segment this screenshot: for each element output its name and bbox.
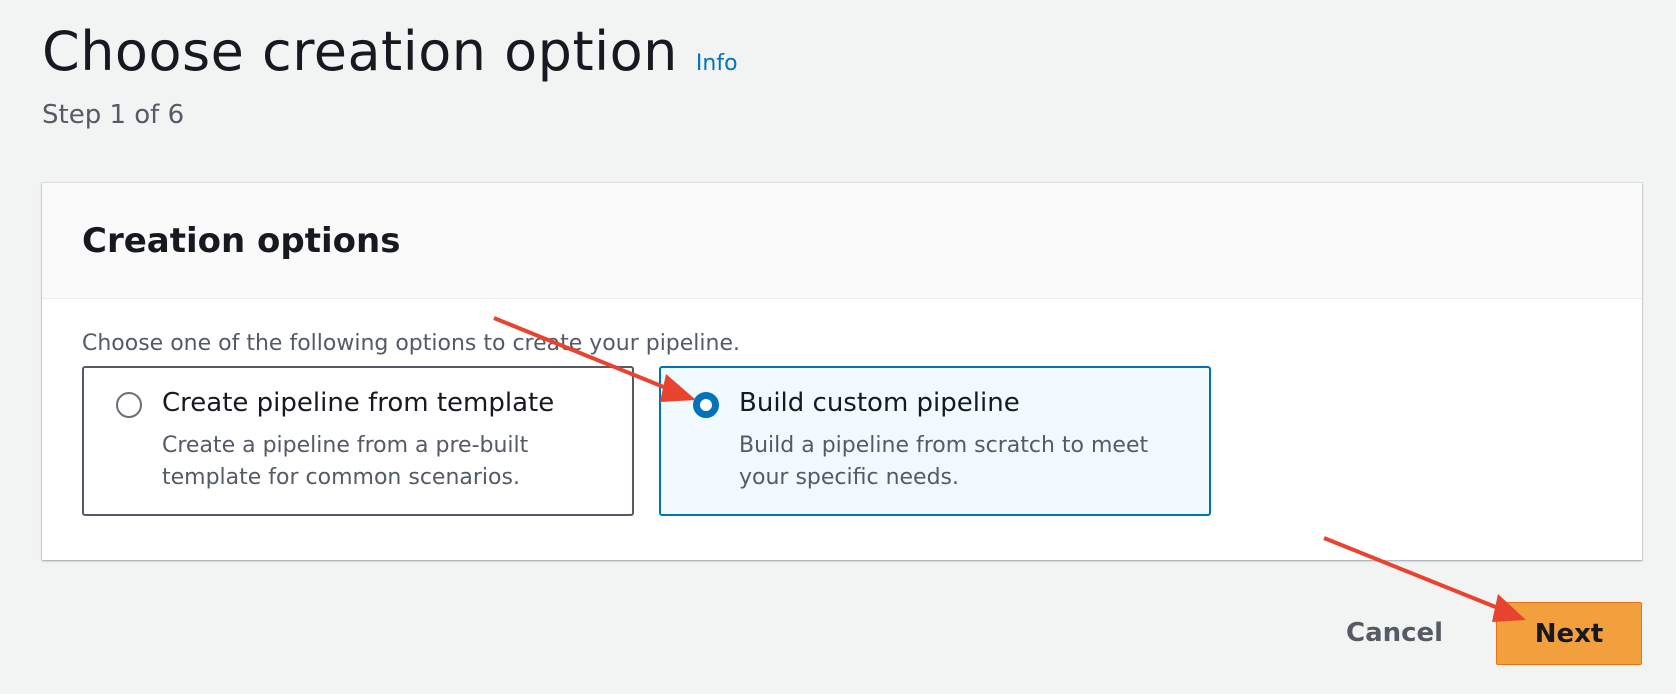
option-title: Create pipeline from template [162, 388, 555, 418]
panel-title: Creation options [82, 220, 401, 261]
option-title: Build custom pipeline [739, 388, 1020, 418]
radio-unselected-icon[interactable] [116, 392, 142, 418]
option-card-template[interactable]: Create pipeline from template Create a p… [82, 366, 634, 516]
page-title: Choose creation option [42, 20, 678, 83]
next-button[interactable]: Next [1496, 602, 1642, 665]
cancel-button[interactable]: Cancel [1322, 603, 1467, 663]
option-card-custom[interactable]: Build custom pipeline Build a pipeline f… [659, 366, 1211, 516]
create-pipeline-page: Choose creation option Info Step 1 of 6 … [0, 0, 1676, 694]
panel-header: Creation options [42, 183, 1642, 299]
radio-selected-icon[interactable] [693, 392, 719, 418]
option-description: Create a pipeline from a pre-built templ… [162, 433, 529, 490]
option-description: Build a pipeline from scratch to meet yo… [739, 433, 1149, 490]
title-row: Choose creation option Info [42, 20, 738, 84]
info-link[interactable]: Info [696, 51, 738, 76]
step-indicator: Step 1 of 6 [42, 100, 185, 130]
instruction-text: Choose one of the following options to c… [82, 331, 741, 356]
